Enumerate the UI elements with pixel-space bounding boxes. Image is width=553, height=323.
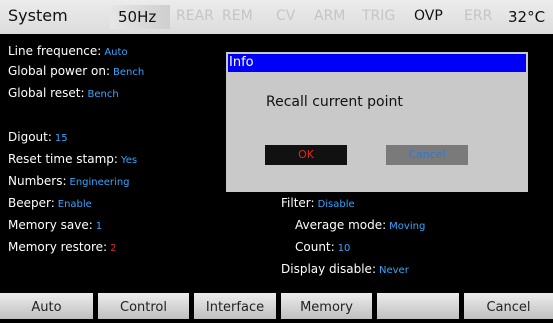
setting-label: Reset time stamp: — [8, 152, 118, 166]
setting-global-power-on[interactable]: Global power on: Bench — [8, 64, 144, 78]
setting-label: Memory save: — [8, 218, 93, 232]
setting-average-mode[interactable]: Average mode: Moving — [295, 218, 425, 232]
setting-label: Global power on: — [8, 64, 110, 78]
softkey-cancel[interactable]: Cancel — [464, 293, 553, 319]
setting-label: Numbers: — [8, 174, 67, 188]
dialog-message: Recall current point — [266, 94, 403, 110]
annunciator-rem: REM — [222, 8, 253, 24]
setting-beeper[interactable]: Beeper: Enable — [8, 196, 92, 210]
setting-count[interactable]: Count: 10 — [295, 240, 350, 254]
annunciator-arm: ARM — [314, 8, 346, 24]
setting-value: 2 — [110, 243, 117, 254]
setting-filter[interactable]: Filter: Disable — [281, 196, 355, 210]
setting-label: Global reset: — [8, 86, 85, 100]
setting-label: Filter: — [281, 196, 315, 210]
setting-value: Never — [378, 265, 409, 276]
softkey-memory[interactable]: Memory — [281, 293, 372, 319]
setting-digout[interactable]: Digout: 15 — [8, 130, 68, 144]
annunciator-trig: TRIG — [362, 8, 396, 24]
softkey-blank[interactable] — [377, 293, 459, 319]
setting-value: Disable — [317, 199, 355, 210]
annunciator-err: ERR — [464, 8, 493, 24]
annunciator-ovp: OVP — [414, 8, 443, 24]
setting-value: Yes — [120, 155, 138, 166]
softkey-bar: Auto Control Interface Memory Cancel — [0, 293, 553, 319]
frequency-indicator: 50Hz — [110, 5, 170, 29]
setting-memory-restore[interactable]: Memory restore: 2 — [8, 240, 116, 254]
ok-button[interactable]: OK — [265, 145, 347, 165]
setting-value: Enable — [57, 199, 92, 210]
softkey-interface[interactable]: Interface — [194, 293, 276, 319]
setting-label: Display disable: — [281, 262, 376, 276]
setting-label: Beeper: — [8, 196, 55, 210]
setting-label: Line frequence: — [8, 44, 102, 58]
dialog-title-bar: Info — [228, 54, 526, 72]
setting-value: 15 — [54, 133, 68, 144]
annunciator-rear: REAR — [176, 8, 214, 24]
setting-label: Digout: — [8, 130, 52, 144]
setting-label: Memory restore: — [8, 240, 108, 254]
annunciator-cv: CV — [276, 8, 296, 24]
setting-value: 1 — [95, 221, 103, 232]
status-bar: System 50Hz REAR REM CV ARM TRIG OVP ERR… — [0, 0, 553, 34]
setting-label: Count: — [295, 240, 335, 254]
setting-numbers[interactable]: Numbers: Engineering — [8, 174, 130, 188]
setting-label: Average mode: — [295, 218, 387, 232]
setting-value: Engineering — [69, 177, 130, 188]
softkey-control[interactable]: Control — [98, 293, 189, 319]
setting-reset-time-stamp[interactable]: Reset time stamp: Yes — [8, 152, 137, 166]
temperature-readout: 32°C — [508, 8, 546, 26]
frequency-label: 50Hz — [118, 8, 157, 26]
info-dialog: Info Recall current point OK Cancel — [226, 52, 528, 192]
setting-value: Moving — [389, 221, 426, 232]
setting-value: Bench — [87, 89, 119, 100]
setting-value: 10 — [337, 243, 351, 254]
setting-memory-save[interactable]: Memory save: 1 — [8, 218, 102, 232]
setting-value: Auto — [104, 47, 128, 58]
setting-display-disable[interactable]: Display disable: Never — [281, 262, 409, 276]
cancel-button[interactable]: Cancel — [386, 145, 468, 165]
setting-value: Bench — [113, 67, 145, 78]
setting-global-reset[interactable]: Global reset: Bench — [8, 86, 119, 100]
dialog-title: Info — [229, 55, 254, 70]
softkey-auto[interactable]: Auto — [0, 293, 93, 319]
setting-line-frequence[interactable]: Line frequence: Auto — [8, 44, 128, 58]
screen-title: System — [8, 6, 68, 25]
